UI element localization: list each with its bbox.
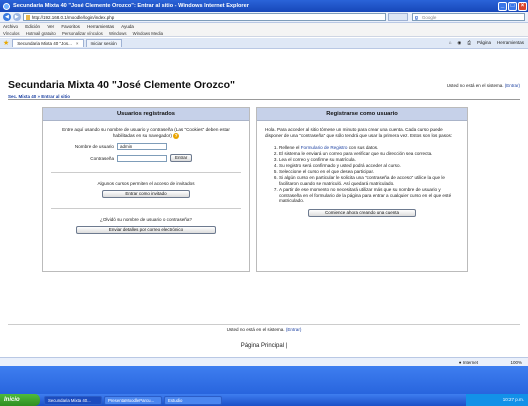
password-label: Contraseña (90, 155, 114, 161)
search-placeholder: Google (421, 15, 437, 20)
enter-button[interactable]: Entrar (170, 154, 193, 163)
menu-edicion[interactable]: Edición (25, 24, 40, 29)
command-bar: ⌂ ◉ ⎙ Página Herramientas (449, 40, 528, 46)
menu-bar: Archivo Edición Ver Favoritos Herramient… (0, 23, 528, 30)
menu-favoritos[interactable]: Favoritos (61, 24, 80, 29)
minimize-button[interactable]: _ (498, 1, 507, 11)
footer-divider (8, 324, 520, 325)
clock: 10:27 p.m. (502, 397, 524, 402)
site-header: Secundaria Mixta 40 "José Clemente Orozc… (8, 79, 520, 93)
signup-steps: Rellene el Formulario de Registro con su… (279, 145, 459, 204)
page-icon (25, 15, 30, 20)
username-field[interactable]: admin (117, 143, 167, 151)
ie-icon (3, 2, 10, 10)
start-button[interactable]: Inicio (0, 394, 40, 406)
link-windows[interactable]: Windows (109, 31, 126, 36)
menu-archivo[interactable]: Archivo (3, 24, 18, 29)
guest-login-button[interactable]: Entrar como invitado (102, 190, 190, 199)
address-bar: ◀ ▶ http://192.168.0.1/moodle/login/inde… (0, 12, 528, 23)
links-label: Vínculos (3, 31, 20, 36)
help-icon[interactable]: ? (173, 133, 180, 139)
signup-step: El sistema le enviará un correo para ver… (279, 151, 459, 157)
menu-ver[interactable]: Ver (47, 24, 54, 29)
taskbar-item-ie[interactable]: Secundaria Mixta 40... (44, 395, 102, 405)
links-bar: Vínculos Hotmail gratuito Personalizar v… (0, 30, 528, 37)
home-icon[interactable]: ⌂ (449, 40, 452, 46)
login-intro: Entre aquí usando su nombre de usuario y… (51, 127, 241, 139)
favorites-star-icon[interactable]: ★ (3, 39, 9, 47)
link-personalizar[interactable]: Personalizar vínculos (62, 31, 103, 36)
breadcrumb[interactable]: Sec. Mixta 40 » Entrar al sitio (8, 94, 520, 100)
signup-step: A partir de ese momento no necesitará ut… (279, 187, 459, 204)
footer-login-info: Usted no está en el sistema. (Entrar) (0, 327, 528, 332)
send-details-button[interactable]: Enviar detalles por correo electrónico (76, 226, 216, 235)
refresh-stop-buttons[interactable] (388, 13, 408, 21)
status-bar: ● Internet 100% (0, 357, 528, 366)
login-status-text: Usted no está en el sistema. (446, 83, 504, 88)
site-title: Secundaria Mixta 40 "José Clemente Orozc… (8, 79, 236, 91)
system-tray: 10:27 p.m. (466, 394, 528, 406)
window-title: Secundaria Mixta 40 "José Clemente Orozc… (13, 3, 249, 9)
tab-label: Secundaria Mixta 40 "Jos... (17, 41, 72, 46)
print-icon[interactable]: ⎙ (467, 40, 471, 46)
signup-step: Rellene el Formulario de Registro con su… (279, 145, 459, 151)
divider (51, 172, 241, 174)
username-label: Nombre de usuario (74, 144, 114, 150)
tab-label: Iniciar sesión (90, 41, 117, 46)
tab-bar: ★ Secundaria Mixta 40 "Jos... × Iniciar … (0, 38, 528, 49)
taskbar-item-presentation[interactable]: PresentaMoodleParcu... (104, 395, 162, 405)
signup-heading: Registrarse como usuario (257, 108, 467, 121)
google-icon: g (414, 15, 418, 21)
login-link[interactable]: (Entrar) (505, 83, 520, 88)
tools-menu[interactable]: Herramientas (497, 40, 524, 46)
registered-users-heading: Usuarios registrados (43, 108, 249, 121)
signup-step: Su registro será confirmado y usted podr… (279, 163, 459, 169)
window-titlebar: Secundaria Mixta 40 "José Clemente Orozc… (0, 0, 528, 12)
password-field[interactable] (117, 154, 167, 162)
page-content: Secundaria Mixta 40 "José Clemente Orozc… (0, 49, 528, 357)
desktop-area: Inicio Secundaria Mixta 40... PresentaMo… (0, 366, 528, 406)
menu-herramientas[interactable]: Herramientas (87, 24, 114, 29)
feeds-icon[interactable]: ◉ (457, 40, 461, 46)
link-hotmail[interactable]: Hotmail gratuito (26, 31, 56, 36)
back-button[interactable]: ◀ (3, 13, 11, 21)
tab-secundaria[interactable]: Secundaria Mixta 40 "Jos... × (12, 39, 84, 47)
home-link-text[interactable]: Página Principal (241, 343, 284, 349)
address-text: http://192.168.0.1/moodle/login/index.ph… (31, 15, 115, 20)
username-row: Nombre de usuario admin (51, 143, 241, 151)
page-menu[interactable]: Página (477, 40, 491, 46)
footer-login-link[interactable]: (Entrar) (286, 327, 302, 332)
close-button[interactable]: × (518, 1, 527, 11)
login-info: Usted no está en el sistema. (Entrar) (447, 83, 520, 88)
menu-ayuda[interactable]: Ayuda (121, 24, 134, 29)
registration-form-link[interactable]: Formulario de Registro (301, 145, 348, 150)
login-intro-text: Entre aquí usando su nombre de usuario y… (62, 127, 230, 139)
footer-status: Usted no está en el sistema. (226, 327, 285, 332)
home-link[interactable]: Página Principal | (0, 343, 528, 349)
divider (51, 208, 241, 210)
taskbar: Inicio Secundaria Mixta 40... PresentaMo… (0, 394, 528, 406)
signup-intro: Hola. Para acceder al sitio tómese un mi… (265, 127, 453, 138)
maximize-button[interactable]: □ (508, 1, 517, 11)
address-input[interactable]: http://192.168.0.1/moodle/login/index.ph… (22, 13, 387, 21)
signup-panel: Registrarse como usuario Hola. Para acce… (256, 107, 468, 272)
registered-users-panel: Usuarios registrados Entre aquí usando s… (42, 107, 250, 272)
search-input[interactable]: g Google (411, 13, 526, 21)
password-row: Contraseña Entrar (51, 154, 241, 163)
taskbar-item-estudio[interactable]: Estudio (164, 395, 222, 405)
signup-step: Lea el correo y confirme su matrícula. (279, 157, 459, 163)
tab-iniciar-sesion[interactable]: Iniciar sesión (85, 39, 122, 47)
link-windows-media[interactable]: Windows Media (133, 31, 163, 36)
signup-step: Seleccione el curso en el que desea part… (279, 169, 459, 175)
signup-step: Si algún curso en particular le solicita… (279, 175, 459, 186)
forward-button[interactable]: ▶ (12, 13, 21, 21)
create-account-button[interactable]: Comience ahora creando una cuenta (308, 209, 416, 218)
close-tab-icon[interactable]: × (76, 40, 79, 47)
